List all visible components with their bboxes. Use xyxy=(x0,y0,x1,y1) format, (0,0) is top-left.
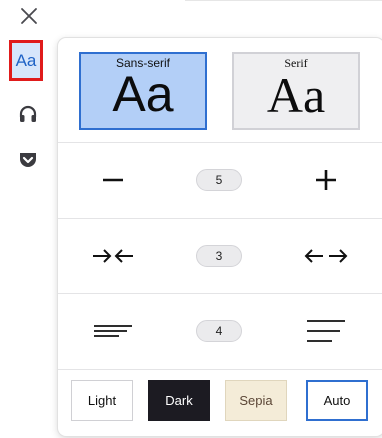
lines-tight-icon[interactable] xyxy=(83,294,143,368)
reader-type-label: Aa xyxy=(15,50,37,70)
theme-sepia-label: Sepia xyxy=(239,393,273,408)
theme-light-label: Light xyxy=(87,393,117,408)
lines-loose-icon[interactable] xyxy=(296,294,356,368)
reader-settings-panel: Sans-serif Aa Serif Aa 5 3 4 Light Dark … xyxy=(58,38,382,436)
content-width-value: 3 xyxy=(196,245,242,267)
font-serif-sample: Aa xyxy=(266,67,326,123)
font-size-value: 5 xyxy=(196,169,242,191)
reader-type-button[interactable]: Aa xyxy=(9,40,43,81)
font-serif-button[interactable]: Serif Aa xyxy=(232,52,360,130)
theme-row: Light Dark Sepia Auto xyxy=(58,374,382,436)
minus-icon[interactable] xyxy=(83,143,143,217)
theme-dark-label: Dark xyxy=(165,393,193,408)
plus-icon[interactable] xyxy=(296,143,356,217)
theme-dark-button[interactable]: Dark xyxy=(148,380,210,421)
font-size-row: 5 xyxy=(58,143,382,217)
headphones-icon[interactable] xyxy=(18,104,38,124)
theme-sepia-button[interactable]: Sepia xyxy=(225,380,287,421)
content-width-row: 3 xyxy=(58,219,382,293)
arrows-outward-icon[interactable] xyxy=(296,219,356,293)
font-sans-serif-sample: Aa xyxy=(112,66,174,122)
pocket-icon[interactable] xyxy=(18,150,38,170)
close-icon[interactable] xyxy=(18,5,40,27)
background-page-edge xyxy=(185,0,382,11)
theme-auto-label: Auto xyxy=(323,393,351,408)
font-sans-serif-button[interactable]: Sans-serif Aa xyxy=(79,52,207,130)
line-height-row: 4 xyxy=(58,294,382,368)
line-height-value: 4 xyxy=(196,320,242,342)
reader-toolbar: Aa xyxy=(0,0,60,438)
theme-light-button[interactable]: Light xyxy=(71,380,133,421)
font-family-row: Sans-serif Aa Serif Aa xyxy=(58,38,382,140)
arrows-inward-icon[interactable] xyxy=(83,219,143,293)
theme-auto-button[interactable]: Auto xyxy=(306,380,368,421)
divider xyxy=(58,369,382,370)
